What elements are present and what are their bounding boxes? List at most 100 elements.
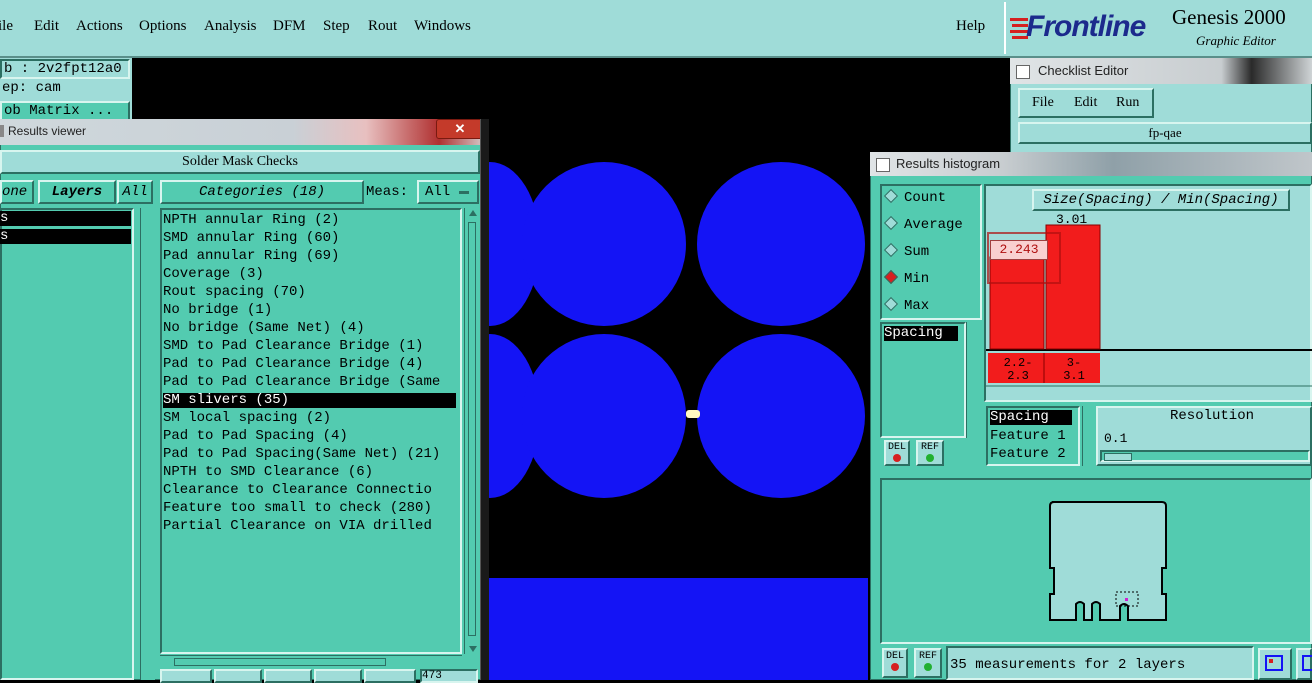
category-item[interactable]: SMD annular Ring (60) bbox=[163, 230, 339, 246]
category-item[interactable]: NPTH annular Ring (2) bbox=[163, 212, 339, 228]
checklist-menu-run[interactable]: Run bbox=[1116, 95, 1139, 111]
del-button[interactable]: DEL bbox=[882, 648, 908, 678]
checklist-editor-title: Checklist Editor bbox=[1038, 63, 1129, 78]
ref-label: REF bbox=[918, 651, 937, 662]
category-item[interactable]: Clearance to Clearance Connectio bbox=[163, 482, 457, 498]
scroll-down-icon[interactable] bbox=[469, 646, 477, 652]
radio-average[interactable]: Average bbox=[883, 215, 963, 233]
category-item[interactable]: SMD to Pad Clearance Bridge (1) bbox=[163, 338, 423, 354]
menu-step[interactable]: Step bbox=[323, 18, 350, 35]
radio-label: Sum bbox=[904, 244, 930, 260]
action-button[interactable] bbox=[264, 669, 312, 683]
ref-button[interactable]: REF bbox=[916, 440, 944, 466]
menu-help[interactable]: Help bbox=[956, 18, 985, 35]
menu-options[interactable]: Options bbox=[139, 18, 187, 35]
zoom-icon[interactable] bbox=[1296, 648, 1312, 680]
ref-label: REF bbox=[920, 442, 939, 453]
bar-value-label: 2.243 bbox=[990, 240, 1048, 260]
checklist-menu-file[interactable]: File bbox=[1032, 95, 1054, 111]
category-item[interactable]: Feature too small to check (280) bbox=[163, 500, 432, 516]
category-item[interactable]: Rout spacing (70) bbox=[163, 284, 306, 300]
board-outline bbox=[1049, 501, 1167, 621]
categories-scrollbar[interactable] bbox=[464, 208, 479, 654]
radio-label: Count bbox=[904, 190, 947, 206]
pad-shape bbox=[697, 162, 865, 326]
field-item[interactable]: Spacing bbox=[990, 410, 1072, 425]
zoom-fit-icon[interactable] bbox=[1258, 648, 1292, 680]
del-button[interactable]: DEL bbox=[884, 440, 910, 466]
action-button[interactable] bbox=[160, 669, 212, 683]
field-item[interactable]: Feature 1 bbox=[990, 428, 1066, 444]
category-item[interactable]: SM local spacing (2) bbox=[163, 410, 331, 426]
layer-item[interactable]: s bbox=[0, 211, 131, 226]
radio-count[interactable]: Count bbox=[883, 188, 947, 206]
menu-analysis[interactable]: Analysis bbox=[204, 18, 257, 35]
menu-dfm[interactable]: DFM bbox=[273, 18, 306, 35]
green-dot-icon bbox=[924, 663, 932, 671]
resolution-value: 0.1 bbox=[1104, 431, 1128, 446]
layers-scrollbar[interactable] bbox=[140, 208, 155, 680]
histogram-title: Results histogram bbox=[896, 156, 1001, 171]
logo-title: Genesis 2000 bbox=[1172, 5, 1286, 29]
slider-thumb[interactable] bbox=[1104, 453, 1132, 461]
category-item[interactable]: Pad to Pad Clearance Bridge (Same bbox=[163, 374, 457, 390]
radio-sum[interactable]: Sum bbox=[883, 242, 930, 260]
radio-min[interactable]: Min bbox=[883, 269, 929, 287]
category-item[interactable]: Coverage (3) bbox=[163, 266, 264, 282]
category-item[interactable]: No bridge (1) bbox=[163, 302, 272, 318]
categories-button[interactable]: Categories (18) bbox=[160, 180, 364, 204]
menu-windows[interactable]: Windows bbox=[414, 18, 471, 35]
hscroll-thumb[interactable] bbox=[174, 658, 386, 666]
green-dot-icon bbox=[926, 454, 934, 462]
category-item[interactable]: NPTH to SMD Clearance (6) bbox=[163, 464, 373, 480]
layer-item[interactable]: s bbox=[0, 229, 131, 244]
field-item[interactable]: Feature 2 bbox=[990, 446, 1066, 462]
step-field: ep: cam bbox=[2, 80, 61, 96]
ref-button[interactable]: REF bbox=[914, 648, 942, 678]
meas-dropdown[interactable]: All bbox=[417, 180, 479, 204]
measurement-scrollbar[interactable] bbox=[966, 322, 981, 438]
category-item[interactable]: Pad to Pad Spacing(Same Net) (21) bbox=[163, 446, 440, 462]
menu-edit[interactable]: Edit bbox=[34, 18, 59, 35]
checklist-editor-titlebar: Checklist Editor bbox=[1010, 58, 1312, 84]
bin-label-line: 2.2- bbox=[1003, 356, 1033, 370]
radio-max[interactable]: Max bbox=[883, 296, 929, 314]
menu-actions[interactable]: Actions bbox=[76, 18, 123, 35]
scroll-up-icon[interactable] bbox=[469, 210, 477, 216]
category-item[interactable]: Pad annular Ring (69) bbox=[163, 248, 339, 264]
category-item[interactable]: No bridge (Same Net) (4) bbox=[163, 320, 365, 336]
logo-subtitle: Graphic Editor bbox=[1196, 33, 1276, 48]
layers-button[interactable]: Layers bbox=[38, 180, 116, 204]
del-label: DEL bbox=[887, 442, 906, 453]
red-dot-icon bbox=[891, 663, 899, 671]
bin-label: 2.2- 2.3 bbox=[998, 357, 1038, 383]
action-button[interactable] bbox=[214, 669, 262, 683]
del-label: DEL bbox=[885, 651, 904, 662]
category-item[interactable]: Pad to Pad Spacing (4) bbox=[163, 428, 348, 444]
scroll-thumb[interactable] bbox=[468, 222, 476, 636]
category-item-selected[interactable]: SM slivers (35) bbox=[163, 392, 289, 408]
resolution-slider[interactable] bbox=[1100, 450, 1310, 462]
fields-scrollbar[interactable] bbox=[1082, 406, 1095, 466]
category-item[interactable]: Pad to Pad Clearance Bridge (4) bbox=[163, 356, 423, 372]
categories-hscrollbar[interactable] bbox=[160, 655, 462, 668]
bar-value-label: 3.01 bbox=[1056, 212, 1088, 227]
histogram-bar[interactable] bbox=[989, 256, 1045, 350]
menu-file[interactable]: ile bbox=[0, 18, 13, 35]
checklist-menu-edit[interactable]: Edit bbox=[1074, 95, 1097, 111]
checklist-menu: File Edit Run bbox=[1018, 88, 1154, 118]
category-item[interactable]: Partial Clearance on VIA drilled bbox=[163, 518, 432, 534]
logo-brand: Frontline bbox=[1026, 10, 1146, 43]
measurement-item[interactable]: Spacing bbox=[884, 326, 958, 341]
close-icon[interactable]: ✕ bbox=[436, 119, 484, 139]
window-icon bbox=[876, 158, 890, 172]
all-layers-button[interactable]: All bbox=[117, 180, 153, 204]
action-button[interactable] bbox=[364, 669, 416, 683]
none-button[interactable]: one bbox=[0, 180, 34, 204]
value-field[interactable]: 473 bbox=[420, 669, 478, 683]
window-edge bbox=[480, 119, 489, 680]
histogram-bar[interactable] bbox=[1045, 224, 1101, 350]
menu-rout[interactable]: Rout bbox=[368, 18, 397, 35]
action-button[interactable] bbox=[314, 669, 362, 683]
window-icon bbox=[1016, 65, 1030, 79]
